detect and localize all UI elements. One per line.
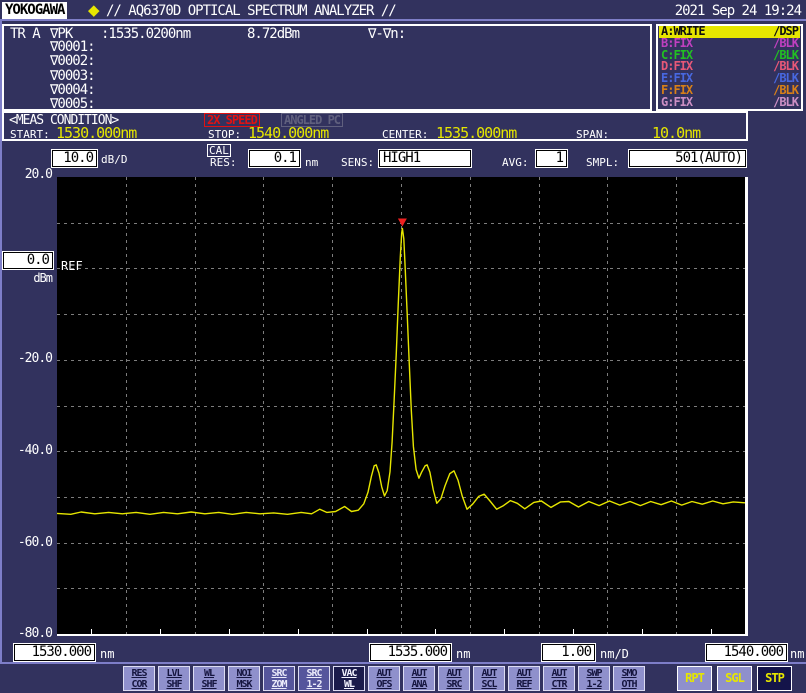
softkey-vac-wl[interactable]: VAC WL xyxy=(333,666,365,691)
stop-label: STOP: xyxy=(208,128,242,141)
trace-mode: /BLK xyxy=(773,94,799,109)
x-stop-field[interactable]: 1540.000 xyxy=(706,644,787,661)
brand-diamond-icon: ◆ xyxy=(88,1,100,19)
run-key-sgl[interactable]: SGL xyxy=(717,666,752,691)
avg-label: AVG: xyxy=(502,156,529,169)
spectrum-plot[interactable] xyxy=(57,177,748,636)
marker-slot-3: ∇0003: xyxy=(50,67,96,84)
run-key-rpt[interactable]: RPT xyxy=(677,666,712,691)
softkey-lvl-shf[interactable]: LVL SHF xyxy=(158,666,190,691)
brand-logo: YOKOGAWA xyxy=(2,2,68,19)
y-axis-unit: dBm xyxy=(33,271,53,285)
softkey-src-1-2[interactable]: SRC 1-2 xyxy=(298,666,330,691)
trace-info-box: TR A ∇PK :1535.0200nm 8.72dBm ∇-∇n: ∇000… xyxy=(2,24,652,111)
trace-row-g[interactable]: G:FIX/BLK xyxy=(659,94,800,109)
peak-marker-icon[interactable] xyxy=(397,218,407,227)
softkey-swp-1-2[interactable]: SWP 1-2 xyxy=(578,666,610,691)
softkey-aut-ana[interactable]: AUT ANA xyxy=(403,666,435,691)
center-label: CENTER: xyxy=(382,128,429,141)
meas-condition-box: <MEAS CONDITION> 2X SPEED ANGLED PC STAR… xyxy=(2,111,748,142)
peak-wavelength-value: :1535.0200nm xyxy=(101,26,191,42)
x-scale-field[interactable]: 1.00 xyxy=(542,644,595,661)
delta-marker-label: ∇-∇n: xyxy=(368,26,406,42)
smpl-label: SMPL: xyxy=(586,156,620,169)
marker-list: ∇0001: ∇0002: ∇0003: ∇0004: ∇0005: xyxy=(50,39,96,113)
active-trace-label: TR A xyxy=(10,26,41,42)
marker-slot-4: ∇0004: xyxy=(50,81,96,98)
softkey-aut-scl[interactable]: AUT SCL xyxy=(473,666,505,691)
softkey-noi-msk[interactable]: NOI MSK xyxy=(228,666,260,691)
trace-name: G:FIX xyxy=(661,94,693,109)
x-stop-unit: nm xyxy=(790,647,805,661)
softkey-smo-oth[interactable]: SMO OTH xyxy=(613,666,645,691)
center-value[interactable]: 1535.000nm xyxy=(436,124,517,142)
marker-slot-2: ∇0002: xyxy=(50,53,96,70)
softkey-res-cor[interactable]: RES COR xyxy=(123,666,155,691)
ref-line-label: REF xyxy=(61,259,83,273)
res-label: RES: xyxy=(210,156,237,169)
y-tick-m40: -40.0 xyxy=(17,443,53,458)
span-label: SPAN: xyxy=(576,128,610,141)
softkey-bar: RES COR LVL SHF WL SHF NOI MSK SRC ZOM SRC 1-2 VAC WL… xyxy=(123,666,645,691)
y-tick-m60: -60.0 xyxy=(17,535,53,550)
osa-screen: YOKOGAWA ◆ // AQ6370D OPTICAL SPECTRUM A… xyxy=(0,0,806,693)
span-value[interactable]: 10.0nm xyxy=(652,124,701,142)
x-start-field[interactable]: 1530.000 xyxy=(14,644,95,661)
x-center-field[interactable]: 1535.000 xyxy=(370,644,451,661)
x-start-unit: nm xyxy=(100,647,115,661)
level-scale-field[interactable]: 10.0 xyxy=(52,150,97,167)
peak-power-value: 8.72dBm xyxy=(247,26,300,42)
marker-slot-1: ∇0001: xyxy=(50,39,96,55)
softkey-aut-ctr[interactable]: AUT CTR xyxy=(543,666,575,691)
y-tick-20: 20.0 xyxy=(24,167,53,182)
trace-legend: A:WRITE/DSP B:FIX/BLK C:FIX/BLK D:FIX/BLK E:… xyxy=(656,24,803,111)
app-title: // AQ6370D OPTICAL SPECTRUM ANALYZER // xyxy=(106,3,397,19)
smpl-field[interactable]: 501(AUTO) xyxy=(629,150,746,167)
softkey-aut-ofs[interactable]: AUT OFS xyxy=(368,666,400,691)
marker-slot-5: ∇0005: xyxy=(50,96,96,113)
softkey-wl-shf[interactable]: WL SHF xyxy=(193,666,225,691)
res-unit: nm xyxy=(305,156,319,169)
spectrum-svg xyxy=(57,177,745,634)
ref-level-field[interactable]: 0.0 xyxy=(3,252,53,269)
x-scale-unit: nm/D xyxy=(600,647,629,661)
sens-field[interactable]: HIGH1 xyxy=(379,150,471,167)
y-tick-m80: -80.0 xyxy=(17,626,53,641)
run-key-stp[interactable]: STP xyxy=(757,666,792,691)
softkey-aut-src[interactable]: AUT SRC xyxy=(438,666,470,691)
res-field[interactable]: 0.1 xyxy=(249,150,300,167)
y-tick-m20: -20.0 xyxy=(17,351,53,366)
softkey-aut-ref[interactable]: AUT REF xyxy=(508,666,540,691)
run-key-bar: RPT SGL STP xyxy=(677,666,792,691)
avg-field[interactable]: 1 xyxy=(536,150,567,167)
softkey-separator-line xyxy=(0,662,806,664)
datetime: 2021 Sep 24 19:24 xyxy=(674,3,802,19)
start-label: START: xyxy=(10,128,50,141)
start-value[interactable]: 1530.000nm xyxy=(56,124,137,142)
softkey-src-zom[interactable]: SRC ZOM xyxy=(263,666,295,691)
sens-label: SENS: xyxy=(341,156,375,169)
stop-value[interactable]: 1540.000nm xyxy=(248,124,329,142)
x-center-unit: nm xyxy=(456,647,471,661)
title-bar: YOKOGAWA ◆ // AQ6370D OPTICAL SPECTRUM A… xyxy=(0,0,806,21)
level-scale-unit: dB/D xyxy=(101,153,128,166)
